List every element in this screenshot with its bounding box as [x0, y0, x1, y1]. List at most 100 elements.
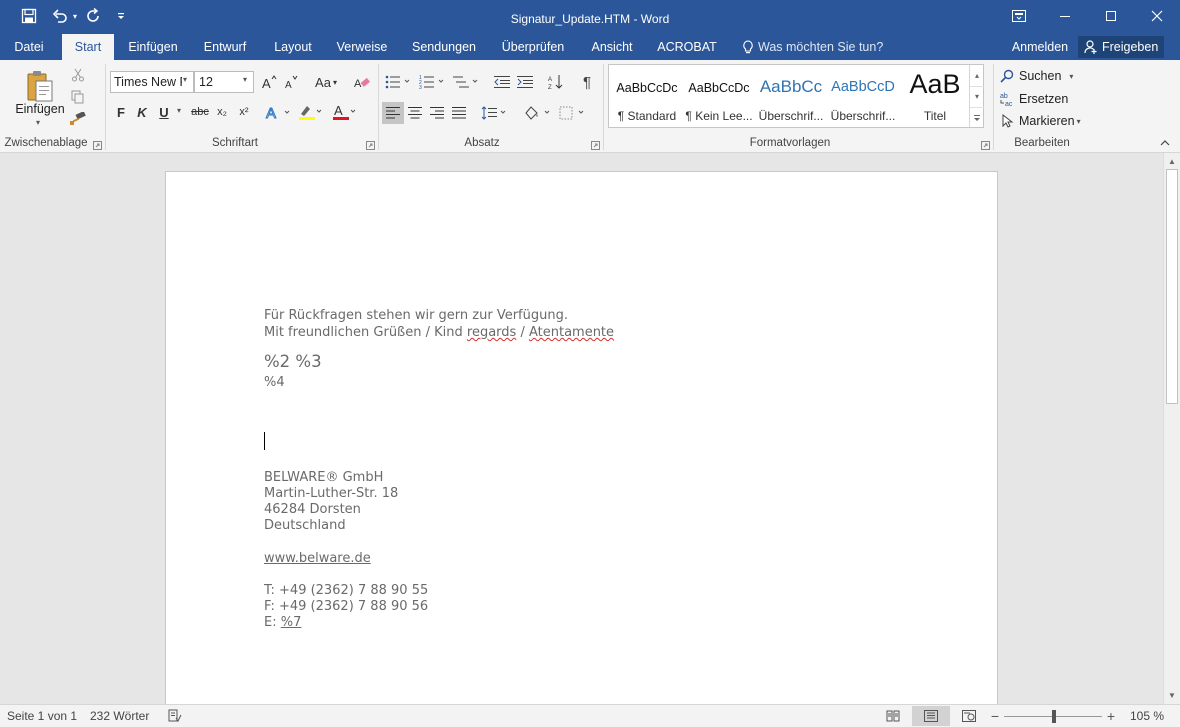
- numbering-icon[interactable]: 123: [418, 72, 448, 92]
- find-dropdown-icon[interactable]: ▾: [1069, 72, 1073, 81]
- share-button[interactable]: Freigeben: [1078, 36, 1164, 58]
- superscript-button[interactable]: x²: [234, 102, 254, 122]
- font-color-icon[interactable]: A: [330, 102, 360, 122]
- bold-button[interactable]: F: [112, 102, 130, 122]
- italic-button[interactable]: K: [133, 102, 151, 122]
- font-name-combobox[interactable]: Times New R ▾: [110, 71, 194, 93]
- paragraph-launcher-icon[interactable]: [591, 139, 601, 150]
- align-center-icon[interactable]: [405, 102, 425, 124]
- group-label-styles: Formatvorlagen: [749, 137, 831, 149]
- styles-more-icon[interactable]: [970, 107, 984, 127]
- tell-me-search[interactable]: Was möchten Sie tun?: [758, 34, 888, 60]
- underline-dropdown-icon[interactable]: ▾: [177, 106, 181, 115]
- font-size-dropdown-icon[interactable]: ▾: [243, 75, 247, 84]
- proofing-icon[interactable]: [166, 708, 184, 724]
- select-button[interactable]: Markieren ▾: [1000, 111, 1090, 131]
- ribbon-display-icon[interactable]: [996, 0, 1042, 32]
- tab-insert[interactable]: Einfügen: [122, 34, 184, 60]
- style-no-spacing[interactable]: AaBbCcDc ¶ Kein Lee...: [683, 71, 755, 131]
- doc-placeholder-title: %4: [264, 375, 285, 390]
- style-title[interactable]: AaB Titel: [899, 69, 971, 131]
- styles-scroll-down-icon[interactable]: ▾: [970, 86, 984, 106]
- close-icon[interactable]: [1134, 0, 1180, 32]
- replace-button[interactable]: ab ac Ersetzen: [1000, 89, 1080, 109]
- tab-acrobat[interactable]: ACROBAT: [654, 34, 720, 60]
- zoom-slider-thumb[interactable]: [1052, 710, 1056, 723]
- read-mode-icon[interactable]: [882, 707, 904, 725]
- scrollbar-thumb[interactable]: [1166, 169, 1178, 404]
- paste-dropdown-icon[interactable]: ▾: [36, 118, 46, 127]
- scroll-down-icon[interactable]: ▼: [1164, 689, 1180, 701]
- doc-website-link[interactable]: www.belware.de: [264, 551, 371, 566]
- align-right-icon[interactable]: [427, 102, 447, 124]
- zoom-out-button[interactable]: −: [988, 707, 1002, 725]
- style-heading-2[interactable]: AaBbCcD Überschrif...: [827, 71, 899, 131]
- doc-email: E: %7: [264, 615, 301, 630]
- grow-font-icon[interactable]: A: [259, 72, 279, 92]
- minimize-icon[interactable]: [1042, 0, 1088, 32]
- increase-indent-icon[interactable]: [515, 72, 535, 92]
- decrease-indent-icon[interactable]: [492, 72, 512, 92]
- sign-in-link[interactable]: Anmelden: [1006, 34, 1074, 60]
- tab-review[interactable]: Überprüfen: [496, 34, 570, 60]
- underline-button[interactable]: U: [154, 102, 174, 122]
- save-icon[interactable]: [16, 0, 42, 32]
- copy-icon[interactable]: [68, 88, 88, 106]
- highlight-color-icon[interactable]: [296, 102, 326, 122]
- shading-icon[interactable]: [522, 102, 554, 124]
- zoom-level[interactable]: 105 %: [1130, 709, 1164, 723]
- page-count[interactable]: Seite 1 von 1: [7, 709, 77, 723]
- text-cursor: [264, 432, 265, 450]
- zoom-in-button[interactable]: +: [1104, 707, 1118, 725]
- customize-qat-icon[interactable]: [112, 0, 130, 32]
- select-dropdown-icon[interactable]: ▾: [1077, 117, 1081, 126]
- format-painter-icon[interactable]: [68, 110, 88, 128]
- tab-file[interactable]: Datei: [8, 34, 50, 60]
- email-link[interactable]: %7: [281, 615, 302, 630]
- align-left-icon[interactable]: [382, 102, 404, 124]
- line-spacing-icon[interactable]: [480, 102, 510, 124]
- justify-icon[interactable]: [449, 102, 469, 124]
- change-case-button[interactable]: Aa ▾: [308, 72, 344, 92]
- maximize-icon[interactable]: [1088, 0, 1134, 32]
- undo-dropdown-icon[interactable]: ▾: [70, 0, 80, 32]
- undo-icon[interactable]: [48, 0, 72, 32]
- collapse-ribbon-icon[interactable]: [1158, 136, 1172, 150]
- tab-design[interactable]: Entwurf: [196, 34, 254, 60]
- tab-mailings[interactable]: Sendungen: [404, 34, 484, 60]
- tab-layout[interactable]: Layout: [266, 34, 320, 60]
- style-standard[interactable]: AaBbCcDc ¶ Standard: [611, 71, 683, 131]
- bullets-icon[interactable]: [384, 72, 414, 92]
- borders-icon[interactable]: [558, 102, 588, 124]
- tab-home[interactable]: Start: [62, 34, 114, 60]
- scroll-up-icon[interactable]: ▲: [1164, 155, 1180, 167]
- text-effects-icon[interactable]: A: [264, 102, 294, 122]
- styles-scroll-up-icon[interactable]: ▴: [970, 65, 984, 85]
- vertical-scrollbar[interactable]: ▲ ▼: [1163, 153, 1180, 704]
- multilevel-list-icon[interactable]: [452, 72, 482, 92]
- font-launcher-icon[interactable]: [366, 139, 376, 150]
- font-name-dropdown-icon[interactable]: ▾: [183, 75, 187, 84]
- clear-formatting-icon[interactable]: A: [352, 72, 372, 92]
- styles-launcher-icon[interactable]: [981, 139, 991, 150]
- shrink-font-icon[interactable]: A: [281, 72, 301, 92]
- sort-icon[interactable]: AZ: [546, 72, 566, 92]
- word-count[interactable]: 232 Wörter: [90, 709, 149, 723]
- clipboard-launcher-icon[interactable]: [93, 139, 103, 150]
- font-size-combobox[interactable]: 12 ▾: [194, 71, 254, 93]
- show-formatting-icon[interactable]: ¶: [577, 72, 597, 92]
- style-heading-1[interactable]: AaBbCc Überschrif...: [755, 71, 827, 131]
- redo-icon[interactable]: [82, 0, 104, 32]
- cut-icon[interactable]: [68, 66, 88, 84]
- web-layout-icon[interactable]: [958, 707, 980, 725]
- tab-view[interactable]: Ansicht: [582, 34, 642, 60]
- subscript-button[interactable]: x₂: [212, 102, 232, 122]
- print-layout-icon[interactable]: [912, 706, 950, 726]
- document-page[interactable]: Für Rückfragen stehen wir gern zur Verfü…: [165, 171, 998, 704]
- find-button[interactable]: Suchen ▾: [1000, 66, 1080, 86]
- paste-label[interactable]: Einfügen: [12, 102, 68, 116]
- email-label: E:: [264, 615, 281, 630]
- tab-references[interactable]: Verweise: [332, 34, 392, 60]
- strikethrough-button[interactable]: abc: [189, 102, 211, 122]
- group-label-clipboard: Zwischenablage: [4, 137, 88, 149]
